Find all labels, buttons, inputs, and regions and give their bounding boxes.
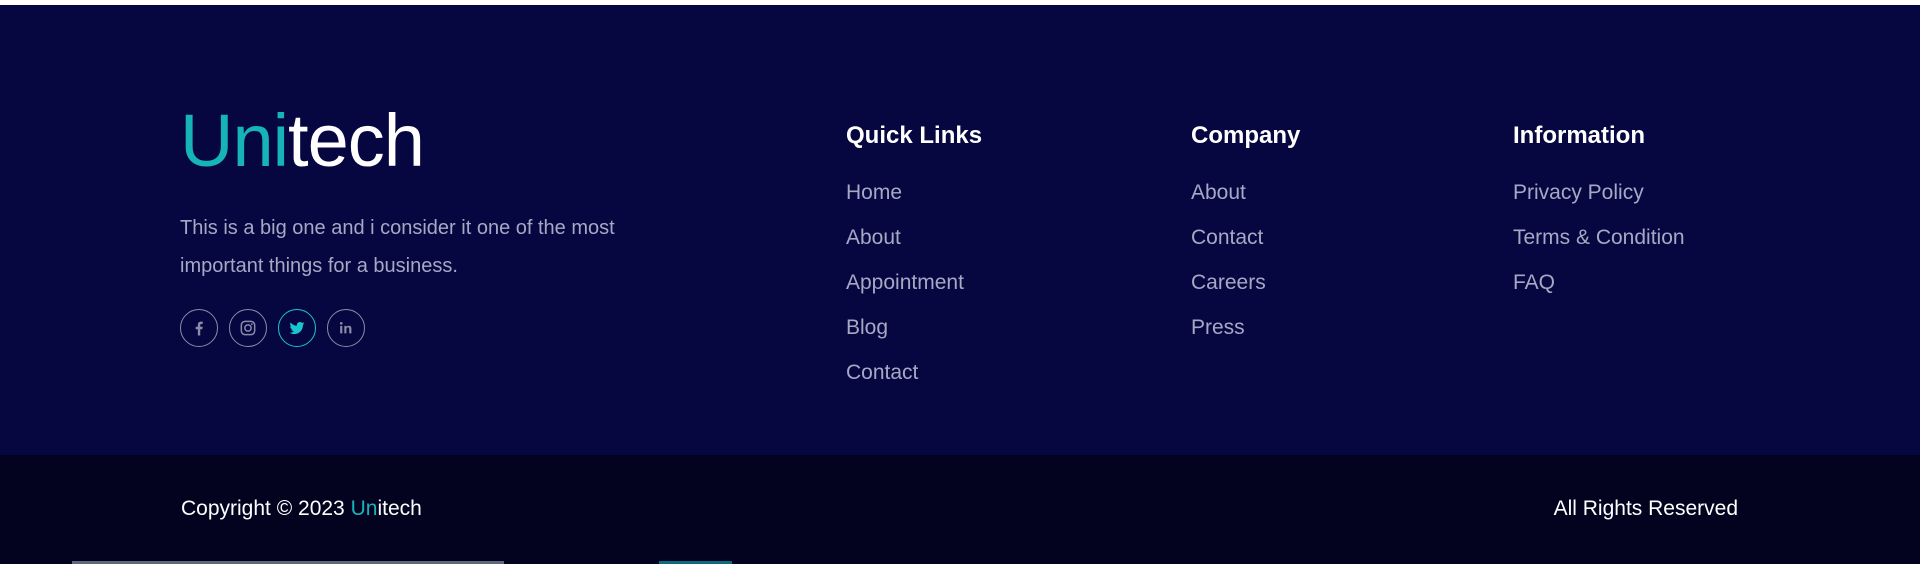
- quick-link-home[interactable]: Home: [846, 170, 982, 215]
- linkedin-icon: [339, 322, 352, 334]
- quick-link-about[interactable]: About: [846, 215, 982, 260]
- company-link-press[interactable]: Press: [1191, 305, 1300, 350]
- linkedin-button[interactable]: [327, 309, 365, 347]
- company-column: Company About Contact Careers Press: [1191, 121, 1300, 350]
- quick-link-contact[interactable]: Contact: [846, 350, 982, 395]
- about-text: This is a big one and i consider it one …: [180, 217, 615, 277]
- copyright-brand-prefix: Un: [350, 497, 378, 520]
- rights-text: All Rights Reserved: [1553, 497, 1738, 520]
- brand-logo-suffix: tech: [288, 99, 425, 182]
- brand-logo-prefix: Uni: [180, 99, 289, 182]
- quick-link-blog[interactable]: Blog: [846, 305, 982, 350]
- information-title: Information: [1513, 122, 1645, 149]
- company-title: Company: [1191, 122, 1301, 149]
- copyright-prefix: Copyright © 2023: [181, 497, 351, 520]
- quick-link-appointment[interactable]: Appointment: [846, 260, 982, 305]
- quick-links-column: Quick Links Home About Appointment Blog …: [846, 121, 982, 395]
- info-link-terms[interactable]: Terms & Condition: [1513, 215, 1685, 260]
- company-link-about[interactable]: About: [1191, 170, 1300, 215]
- information-column: Information Privacy Policy Terms & Condi…: [1513, 121, 1685, 305]
- social-links: [180, 309, 365, 347]
- instagram-button[interactable]: [229, 309, 267, 347]
- twitter-icon: [289, 322, 305, 335]
- info-link-privacy-policy[interactable]: Privacy Policy: [1513, 170, 1685, 215]
- brand-logo[interactable]: Unitech: [180, 104, 425, 178]
- company-link-contact[interactable]: Contact: [1191, 215, 1300, 260]
- facebook-icon: [195, 321, 203, 336]
- twitter-button[interactable]: [278, 309, 316, 347]
- copyright-text: Copyright © 2023 Unitech: [181, 496, 422, 522]
- instagram-icon: [240, 320, 256, 336]
- facebook-button[interactable]: [180, 309, 218, 347]
- copyright-brand-suffix: itech: [377, 497, 422, 520]
- company-link-careers[interactable]: Careers: [1191, 260, 1300, 305]
- quick-links-title: Quick Links: [846, 122, 983, 149]
- info-link-faq[interactable]: FAQ: [1513, 260, 1685, 305]
